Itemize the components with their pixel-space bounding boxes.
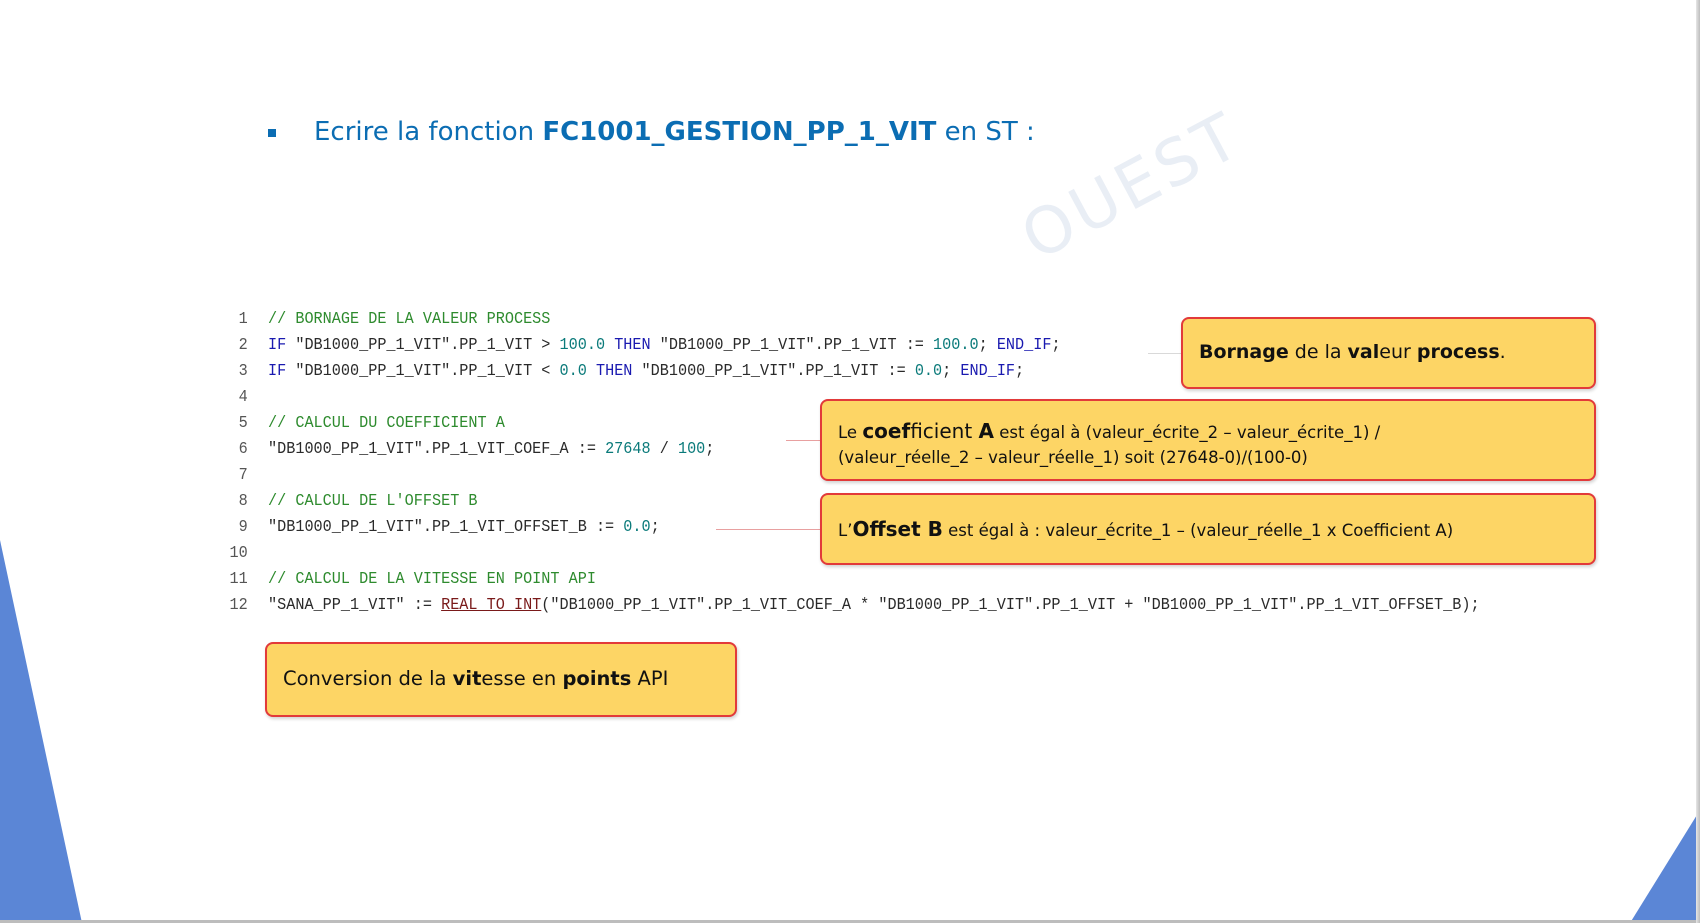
callout-line: (valeur_réelle_2 – valeur_réelle_1) soit… <box>838 448 1308 467</box>
callout-text: Le <box>838 423 863 442</box>
line-number: 10 <box>229 543 248 562</box>
code-text: "DB1000_PP_1_VIT".PP_1_VIT_OFFSET_B := <box>268 517 624 536</box>
callout-text: est égal à (valeur_écrite_2 – valeur_écr… <box>994 423 1381 442</box>
callout-connector <box>786 440 820 441</box>
code-text: ; <box>1051 335 1061 354</box>
callout-conversion: Conversion de la vitesse en points API <box>265 642 737 717</box>
callout-connector <box>1148 353 1182 354</box>
callout-text: esse en <box>481 667 563 690</box>
callout-text: Conversion de la <box>283 667 453 690</box>
line-number: 4 <box>238 387 248 406</box>
callout-text: eur <box>1379 341 1417 363</box>
code-number: 0.0 <box>914 361 943 380</box>
callout-bold-text: Offset B <box>852 517 943 541</box>
code-text: "DB1000_PP_1_VIT".PP_1_VIT := <box>632 361 915 380</box>
heading-prefix: Ecrire la fonction <box>314 117 535 147</box>
line-number: 9 <box>238 517 248 536</box>
code-text: "SANA_PP_1_VIT" := <box>268 595 442 614</box>
code-text: ; <box>705 439 715 458</box>
code-keyword: THEN <box>614 335 651 354</box>
code-number: 100 <box>677 439 706 458</box>
callout-bold-text: Bornage <box>1199 341 1289 363</box>
code-number: 0.0 <box>559 361 587 380</box>
code-line: 12 "SANA_PP_1_VIT" := REAL_TO_INT ("DB100… <box>222 592 1547 618</box>
slide-right-border <box>1696 0 1700 923</box>
code-text: / <box>650 439 678 458</box>
right-corner-decoration <box>1630 810 1700 923</box>
callout-text: . <box>1499 341 1506 363</box>
code-number: 0.0 <box>623 517 651 536</box>
left-corner-decoration <box>0 540 82 923</box>
code-keyword: THEN <box>595 361 633 380</box>
watermark: OUEST <box>1010 98 1255 276</box>
heading-function-name: FC1001_GESTION_PP_1_VIT <box>542 117 937 147</box>
code-text: ; <box>942 361 961 380</box>
code-text: "DB1000_PP_1_VIT".PP_1_VIT_COEF_A := <box>268 439 606 458</box>
code-keyword: IF <box>268 335 287 354</box>
slide-heading: Ecrire la fonction FC1001_GESTION_PP_1_V… <box>268 112 1035 152</box>
code-function: REAL_TO_INT <box>441 595 542 614</box>
callout-line: Le coefficient A est égal à (valeur_écri… <box>838 419 1578 445</box>
code-number: 100.0 <box>559 335 606 354</box>
line-number: 1 <box>238 309 248 328</box>
line-number: 7 <box>238 465 248 484</box>
callout-bornage: Bornage de la valeur process. <box>1181 317 1596 389</box>
code-text: "DB1000_PP_1_VIT".PP_1_VIT > <box>286 335 560 354</box>
line-number: 11 <box>229 569 248 588</box>
callout-bold-text: coef <box>862 419 911 443</box>
callout-text: ficient <box>910 419 979 443</box>
callout-bold-text: vit <box>452 667 482 690</box>
code-text: "DB1000_PP_1_VIT".PP_1_VIT := <box>650 335 934 354</box>
line-number: 6 <box>238 439 248 458</box>
code-line: 11 // CALCUL DE LA VITESSE EN POINT API <box>222 566 1547 592</box>
code-comment: // CALCUL DE L'OFFSET B <box>268 491 478 510</box>
slide: OUEST Ecrire la fonction FC1001_GESTION_… <box>0 0 1700 923</box>
code-keyword: END_IF <box>996 335 1052 354</box>
line-number: 12 <box>229 595 248 614</box>
code-keyword: IF <box>268 361 287 380</box>
callout-bold-text: A <box>978 419 995 443</box>
code-comment: // CALCUL DU COEFFICIENT A <box>268 413 505 432</box>
code-text: ; <box>1015 361 1025 380</box>
callout-bold-text: process <box>1416 341 1500 363</box>
square-bullet-icon <box>268 129 276 137</box>
heading-suffix: en ST : <box>944 117 1035 147</box>
line-number: 2 <box>238 335 248 354</box>
code-comment: // CALCUL DE LA VITESSE EN POINT API <box>268 569 596 588</box>
line-number: 8 <box>238 491 248 510</box>
callout-text: API <box>631 667 669 690</box>
callout-bold-text: val <box>1347 341 1380 363</box>
code-text: ; <box>978 335 997 354</box>
code-keyword: END_IF <box>960 361 1016 380</box>
line-number: 3 <box>238 361 248 380</box>
callout-text: est égal à : valeur_écrite_1 – (valeur_r… <box>942 521 1454 540</box>
code-text: ; <box>650 517 660 536</box>
code-text: ("DB1000_PP_1_VIT".PP_1_VIT_COEF_A * "DB… <box>541 595 1480 614</box>
line-number: 5 <box>238 413 248 432</box>
code-number: 100.0 <box>933 335 979 354</box>
code-text: "DB1000_PP_1_VIT".PP_1_VIT < <box>286 361 560 380</box>
code-number: 27648 <box>605 439 651 458</box>
callout-text: de la <box>1288 341 1348 363</box>
callout-bold-text: points <box>562 667 632 690</box>
callout-offset: L’Offset B est égal à : valeur_écrite_1 … <box>820 493 1596 565</box>
callout-coefficient: Le coefficient A est égal à (valeur_écri… <box>820 399 1596 481</box>
callout-connector <box>716 529 820 530</box>
code-comment: // BORNAGE DE LA VALEUR PROCESS <box>268 309 551 328</box>
callout-text: L’ <box>838 521 853 540</box>
